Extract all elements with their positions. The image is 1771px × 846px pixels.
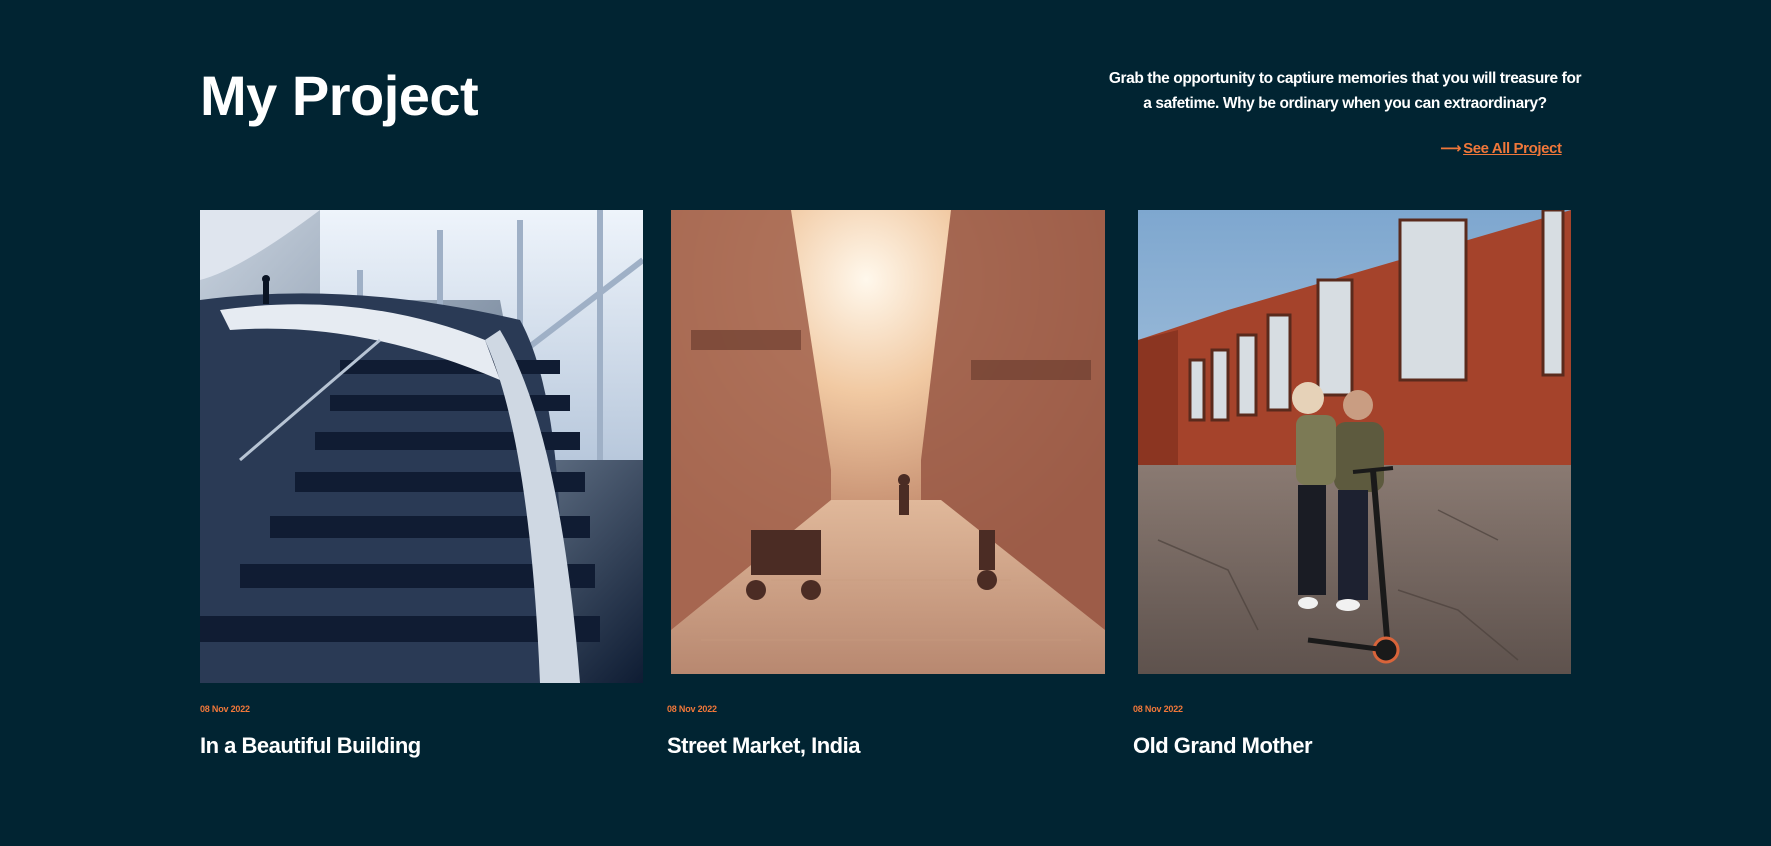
tagline-line-2: a safetime. Why be ordinary when you can…: [1143, 95, 1547, 112]
staircase-photo: [200, 210, 643, 683]
page-title: My Project: [200, 64, 479, 127]
project-date: 08 Nov 2022: [200, 704, 250, 714]
tagline-line-1: Grab the opportunity to captiure memorie…: [1108, 70, 1582, 87]
project-title[interactable]: Old Grand Mother: [1133, 733, 1313, 759]
project-date: 08 Nov 2022: [667, 704, 717, 714]
couple-scooter-photo: [1138, 210, 1571, 674]
project-image-couple-scooter[interactable]: [1138, 210, 1571, 674]
see-all-projects-label: See All Project: [1463, 139, 1562, 157]
project-title[interactable]: Street Market, India: [667, 733, 860, 759]
see-all-projects-link[interactable]: ⟶ See All Project: [1440, 139, 1562, 158]
project-title[interactable]: In a Beautiful Building: [200, 733, 421, 759]
header-tagline: Grab the opportunity to captiure memorie…: [1100, 66, 1590, 116]
project-image-street-market[interactable]: [671, 210, 1105, 674]
project-image-staircase[interactable]: [200, 210, 643, 683]
project-date: 08 Nov 2022: [1133, 704, 1183, 714]
street-market-photo: [671, 210, 1105, 674]
arrow-right-icon: ⟶: [1440, 140, 1462, 157]
